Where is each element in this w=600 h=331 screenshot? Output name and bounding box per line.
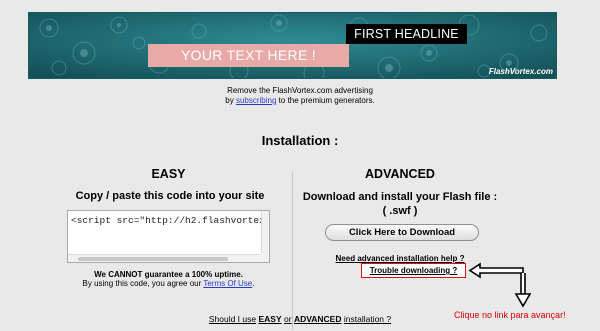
bottom-suffix: installation ?: [343, 314, 392, 324]
embed-code: <script src="http://h2.flashvortex: [71, 215, 265, 226]
advanced-title: ADVANCED: [365, 167, 435, 181]
advanced-subtitle-line2: ( .swf ): [382, 205, 418, 217]
installation-title: Installation :: [261, 133, 339, 148]
terms-of-use-link[interactable]: Terms Of Use: [203, 279, 252, 288]
terms-note: By using this code, you agree our Terms …: [67, 279, 270, 288]
advanced-help-link[interactable]: Need advanced installation help ?: [300, 254, 500, 263]
bottom-prefix: Should I use: [208, 314, 257, 324]
subscribing-link[interactable]: subscribing: [236, 96, 276, 105]
trouble-downloading-link[interactable]: Trouble downloading ?: [362, 266, 465, 275]
scrollbar-thumb[interactable]: [78, 257, 228, 261]
bottom-advanced: ADVANCED: [293, 314, 342, 324]
ad-banner[interactable]: FIRST HEADLINE YOUR TEXT HERE ! FlashVor…: [28, 12, 557, 79]
which-installation-link[interactable]: Should I use EASY or ADVANCED installati…: [0, 314, 600, 324]
download-button[interactable]: Click Here to Download: [325, 224, 479, 241]
ad-removal-note: Remove the FlashVortex.com advertising b…: [0, 86, 600, 106]
banner-headline: FIRST HEADLINE: [346, 24, 467, 44]
easy-subtitle: Copy / paste this code into your site: [75, 190, 265, 202]
down-arrow-icon: [514, 293, 532, 308]
ad-note-line1: Remove the FlashVortex.com advertising: [227, 86, 373, 95]
bottom-easy: EASY: [258, 314, 282, 324]
ad-note-suffix: to the premium generators.: [278, 96, 375, 105]
terms-suffix: .: [252, 279, 255, 288]
resize-grip[interactable]: [261, 254, 269, 262]
banner-brand: FlashVortex.com: [488, 67, 553, 76]
arrow-shaft: [520, 273, 526, 295]
horizontal-scrollbar[interactable]: [68, 254, 262, 262]
banner-your-text: YOUR TEXT HERE !: [148, 44, 349, 67]
easy-title: EASY: [151, 167, 186, 181]
uptime-warning: We CANNOT guarantee a 100% uptime.: [94, 270, 243, 279]
column-divider: [292, 172, 293, 330]
left-arrow-icon: [468, 262, 524, 279]
ad-note-line2: by subscribing to the premium generators…: [0, 96, 600, 106]
terms-prefix: By using this code, you agree our: [82, 279, 202, 288]
advanced-subtitle-line1: Download and install your Flash file :: [302, 191, 498, 203]
vertical-scrollbar[interactable]: [261, 211, 269, 256]
ad-note-prefix: by: [225, 96, 234, 105]
trouble-highlight-box: Trouble downloading ?: [361, 263, 466, 278]
embed-code-textarea[interactable]: <script src="http://h2.flashvortex: [67, 210, 270, 263]
bottom-middle: or: [284, 314, 292, 324]
